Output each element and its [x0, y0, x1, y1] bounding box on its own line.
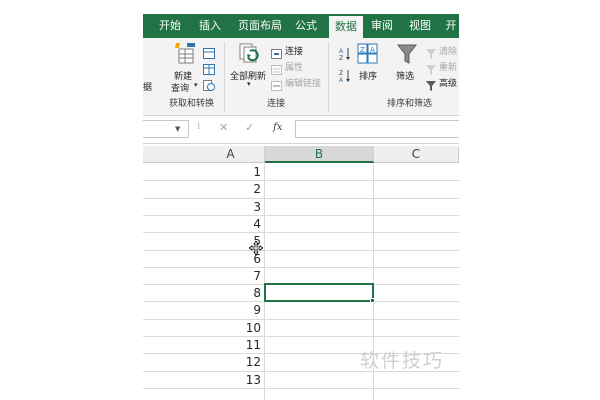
cell-a-value[interactable]: 11 [143, 337, 261, 354]
name-box[interactable] [143, 120, 189, 138]
sort-label[interactable]: 排序 [359, 69, 377, 82]
sort-icon: Z A [357, 43, 378, 64]
properties-button[interactable]: 属性 [285, 60, 303, 73]
sort-descending-icon[interactable]: ZA [339, 68, 351, 87]
svg-text:Z: Z [360, 46, 365, 54]
connections-button[interactable]: 连接 [285, 44, 303, 57]
refresh-dropdown-icon[interactable]: ▾ [247, 80, 251, 88]
tab-home[interactable]: 开始 [155, 14, 185, 38]
group-label-get-transform: 获取和转换 [169, 99, 215, 109]
tab-review[interactable]: 审阅 [367, 14, 397, 38]
formula-bar: ▼ ⁞ ✕ ✓ fx [143, 116, 459, 144]
cell-a-value[interactable]: 13 [143, 372, 261, 389]
new-query-dropdown-icon[interactable]: ▾ [194, 81, 198, 89]
truncated-label: 据 [143, 83, 153, 93]
ribbon-tab-bar: 开始 插入 页面布局 公式 数据 审阅 视图 开 [143, 14, 459, 38]
filter-label[interactable]: 筛选 [396, 69, 414, 82]
group-separator [224, 42, 225, 112]
tab-data[interactable]: 数据 [329, 16, 363, 38]
group-label-connections: 连接 [267, 99, 286, 109]
cell-a-value[interactable]: 3 [143, 199, 261, 216]
cell-a-value[interactable]: 1 [143, 164, 261, 181]
sort-button[interactable]: Z A [357, 43, 379, 69]
column-header-label: A [226, 147, 235, 161]
new-query-icon [175, 43, 195, 64]
svg-text:A: A [339, 77, 344, 83]
sort-ascending-icon[interactable]: AZ [339, 46, 351, 65]
group-label-sort-filter: 排序和筛选 [387, 99, 433, 109]
svg-text:A: A [370, 46, 375, 54]
tab-insert[interactable]: 插入 [195, 14, 225, 38]
reapply-button[interactable]: 重新 [439, 60, 457, 73]
svg-text:A: A [339, 48, 344, 55]
ribbon-data-tab: 据 新建 查询 ▾ 获取和转换 全部刷新 ▾ 连接 属性 编辑链接 连接 A Z… [143, 38, 459, 116]
watermark: 软件技巧 [360, 350, 445, 372]
cell-a-value[interactable]: 6 [143, 251, 261, 268]
insert-function-button[interactable]: fx [273, 122, 282, 133]
refresh-all-button[interactable] [237, 42, 261, 70]
filter-icon [396, 44, 418, 64]
tab-formulas[interactable]: 公式 [291, 14, 321, 38]
cancel-icon[interactable]: ✕ [219, 121, 228, 134]
advanced-filter-icon [426, 76, 437, 95]
group-separator [328, 42, 329, 112]
advanced-button[interactable]: 高级 [439, 76, 457, 89]
fill-handle[interactable] [370, 298, 375, 303]
filter-button[interactable] [396, 43, 418, 69]
recent-sources-icon[interactable] [203, 76, 215, 95]
cell-a-value[interactable]: 12 [143, 354, 261, 371]
name-box-dropdown-icon[interactable]: ▼ [175, 125, 180, 133]
move-cursor-icon [248, 240, 264, 256]
cell-a-value[interactable]: 2 [143, 181, 261, 198]
column-border [264, 163, 265, 400]
excel-window: 开始 插入 页面布局 公式 数据 审阅 视图 开 据 新建 查询 ▾ 获取和转换… [143, 0, 459, 400]
edit-links-button[interactable]: 编辑链接 [285, 76, 321, 89]
row-border [143, 387, 459, 389]
drag-handle-icon[interactable]: ⁞ [197, 121, 200, 132]
formula-input[interactable] [295, 120, 459, 138]
cell-a-value[interactable]: 10 [143, 320, 261, 337]
tab-view[interactable]: 视图 [405, 14, 435, 38]
enter-icon[interactable]: ✓ [245, 121, 254, 134]
column-header-b[interactable]: B [265, 146, 374, 163]
svg-text:Z: Z [339, 70, 343, 77]
refresh-all-icon [239, 43, 259, 63]
cell-a-value[interactable]: 8 [143, 285, 261, 302]
tab-page-layout[interactable]: 页面布局 [235, 14, 285, 38]
column-header-a[interactable]: A [143, 146, 265, 163]
edit-links-icon [271, 76, 282, 95]
tab-more[interactable]: 开 [443, 14, 459, 38]
column-header-c[interactable]: C [374, 146, 459, 163]
cell-a-value[interactable]: 5 [143, 233, 261, 250]
active-cell-b8[interactable] [264, 283, 374, 302]
cell-a-value[interactable]: 9 [143, 302, 261, 319]
clear-button[interactable]: 清除 [439, 44, 457, 57]
new-query-label-2[interactable]: 查询 [171, 81, 189, 94]
svg-text:Z: Z [339, 55, 343, 61]
new-query-button[interactable] [173, 42, 199, 70]
cell-a-value[interactable]: 4 [143, 216, 261, 233]
cell-a-value[interactable]: 7 [143, 268, 261, 285]
